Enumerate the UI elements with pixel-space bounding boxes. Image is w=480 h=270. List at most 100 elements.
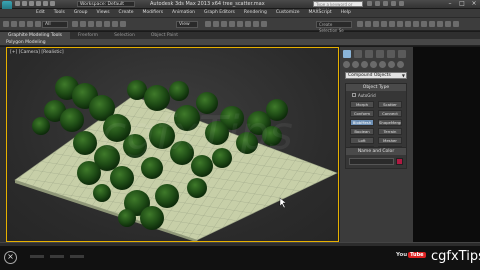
render-setup-icon[interactable] [413,21,419,27]
scale-icon[interactable] [120,21,126,27]
undo-tool-icon[interactable] [3,21,9,27]
conform-button[interactable]: Conform [350,110,374,117]
hierarchy-tab-icon[interactable] [365,50,373,58]
undo-icon[interactable] [36,1,41,6]
schematic-view-icon[interactable] [397,21,403,27]
close-icon[interactable]: × [4,251,17,264]
selection-filter-dropdown[interactable]: All [42,21,68,28]
curve-editor-icon[interactable] [389,21,395,27]
align-icon[interactable] [365,21,371,27]
tab-graphite-modeling-tools[interactable]: Graphite Modeling Tools [0,32,71,39]
display-tab-icon[interactable] [387,50,395,58]
name-and-color-header[interactable]: Name and Color [346,148,406,155]
helpers-icon[interactable] [379,61,386,68]
material-editor-icon[interactable] [405,21,411,27]
autogrid-checkbox[interactable]: AutoGrid [346,91,406,99]
object-category-dropdown[interactable]: Compound Objects ▼ [345,72,407,79]
tab-selection[interactable]: Selection [106,32,143,39]
snaps-toggle-icon[interactable] [229,21,235,27]
active-shade-icon[interactable] [445,21,451,27]
close-button[interactable]: × [468,0,480,8]
redo-tool-icon[interactable] [11,21,17,27]
loft-button[interactable]: Loft [350,137,374,144]
move-icon[interactable] [104,21,110,27]
menu-maxscript[interactable]: MAXScript [309,9,332,17]
utilities-tab-icon[interactable] [398,50,406,58]
mesher-button[interactable]: Mesher [378,137,402,144]
mirror-icon[interactable] [357,21,363,27]
tab-object-paint[interactable]: Object Paint [143,32,186,39]
select-manipulate-icon[interactable] [213,21,219,27]
menu-graph-editors[interactable]: Graph Editors [204,9,235,17]
modify-tab-icon[interactable] [354,50,362,58]
render-production-icon[interactable] [429,21,435,27]
geometry-icon[interactable] [343,61,350,68]
menu-customize[interactable]: Customize [276,9,300,17]
object-color-swatch[interactable] [396,158,403,165]
new-file-icon[interactable] [15,1,20,6]
menu-animation[interactable]: Animation [172,9,195,17]
layer-manager-icon[interactable] [373,21,379,27]
tab-freeform[interactable]: Freeform [70,32,106,39]
spinner-snap-icon[interactable] [253,21,259,27]
window-crossing-icon[interactable] [96,21,102,27]
rendered-frame-icon[interactable] [421,21,427,27]
pivot-center-icon[interactable] [205,21,211,27]
rotate-icon[interactable] [112,21,118,27]
menu-help[interactable]: Help [341,9,351,17]
menu-group[interactable]: Group [74,9,88,17]
scatter-button[interactable]: Scatter [378,101,402,108]
systems-icon[interactable] [397,61,404,68]
keyboard-shortcut-icon[interactable] [221,21,227,27]
terrain-button[interactable]: Terrain [378,128,402,135]
communication-center-icon[interactable] [383,1,388,6]
morph-button[interactable]: Morph [350,101,374,108]
menu-edit[interactable]: Edit [36,9,45,17]
save-file-icon[interactable] [29,1,34,6]
workspace-dropdown[interactable]: Workspace: Default [77,1,135,7]
render-teapot-icon[interactable] [453,21,459,27]
shapes-icon[interactable] [352,61,359,68]
menu-views[interactable]: Views [97,9,110,17]
create-tab-icon[interactable] [343,50,351,58]
cameras-icon[interactable] [370,61,377,68]
space-warps-icon[interactable] [388,61,395,68]
search-icon[interactable] [367,1,372,6]
help-icon[interactable] [399,1,404,6]
menu-tools[interactable]: Tools [54,9,65,17]
unlink-icon[interactable] [27,21,33,27]
angle-snap-icon[interactable] [237,21,243,27]
named-selection-set-dropdown[interactable]: Create Selection Se [316,21,352,33]
object-name-field[interactable] [349,158,394,165]
autogrid-checkbox-box[interactable] [352,93,356,97]
lights-icon[interactable] [361,61,368,68]
edit-named-selection-icon[interactable] [261,21,267,27]
render-iterative-icon[interactable] [437,21,443,27]
reference-coordinate-dropdown[interactable]: View [176,21,198,28]
boolean-button[interactable]: Boolean [350,128,374,135]
graphite-toggle-icon[interactable] [381,21,387,27]
youtube-logo[interactable]: You Tube [396,252,426,258]
bind-space-warp-icon[interactable] [35,21,41,27]
ribbon-polygon-modeling[interactable]: Polygon Modeling [0,39,480,46]
select-object-icon[interactable] [72,21,78,27]
maximize-button[interactable]: □ [456,0,468,8]
help-search-input[interactable]: Type a keyword or phrase [313,1,363,12]
percent-snap-icon[interactable] [245,21,251,27]
motion-tab-icon[interactable] [376,50,384,58]
minimize-button[interactable]: – [444,0,456,8]
project-folder-icon[interactable] [50,1,55,6]
redo-icon[interactable] [43,1,48,6]
channel-name[interactable]: cgfxTips [431,249,480,264]
shapemerge-button[interactable]: ShapeMerge [378,119,402,126]
menu-create[interactable]: Create [119,9,134,17]
subscription-icon[interactable] [375,1,380,6]
camera-viewport[interactable]: cgfxTips [+] [Camera] [Realistic] [6,47,339,242]
connect-button[interactable]: Connect [378,110,402,117]
favorites-icon[interactable] [391,1,396,6]
region-select-icon[interactable] [88,21,94,27]
open-file-icon[interactable] [22,1,27,6]
menu-modifiers[interactable]: Modifiers [143,9,164,17]
select-by-name-icon[interactable] [80,21,86,27]
object-type-header[interactable]: Object Type [346,84,406,91]
